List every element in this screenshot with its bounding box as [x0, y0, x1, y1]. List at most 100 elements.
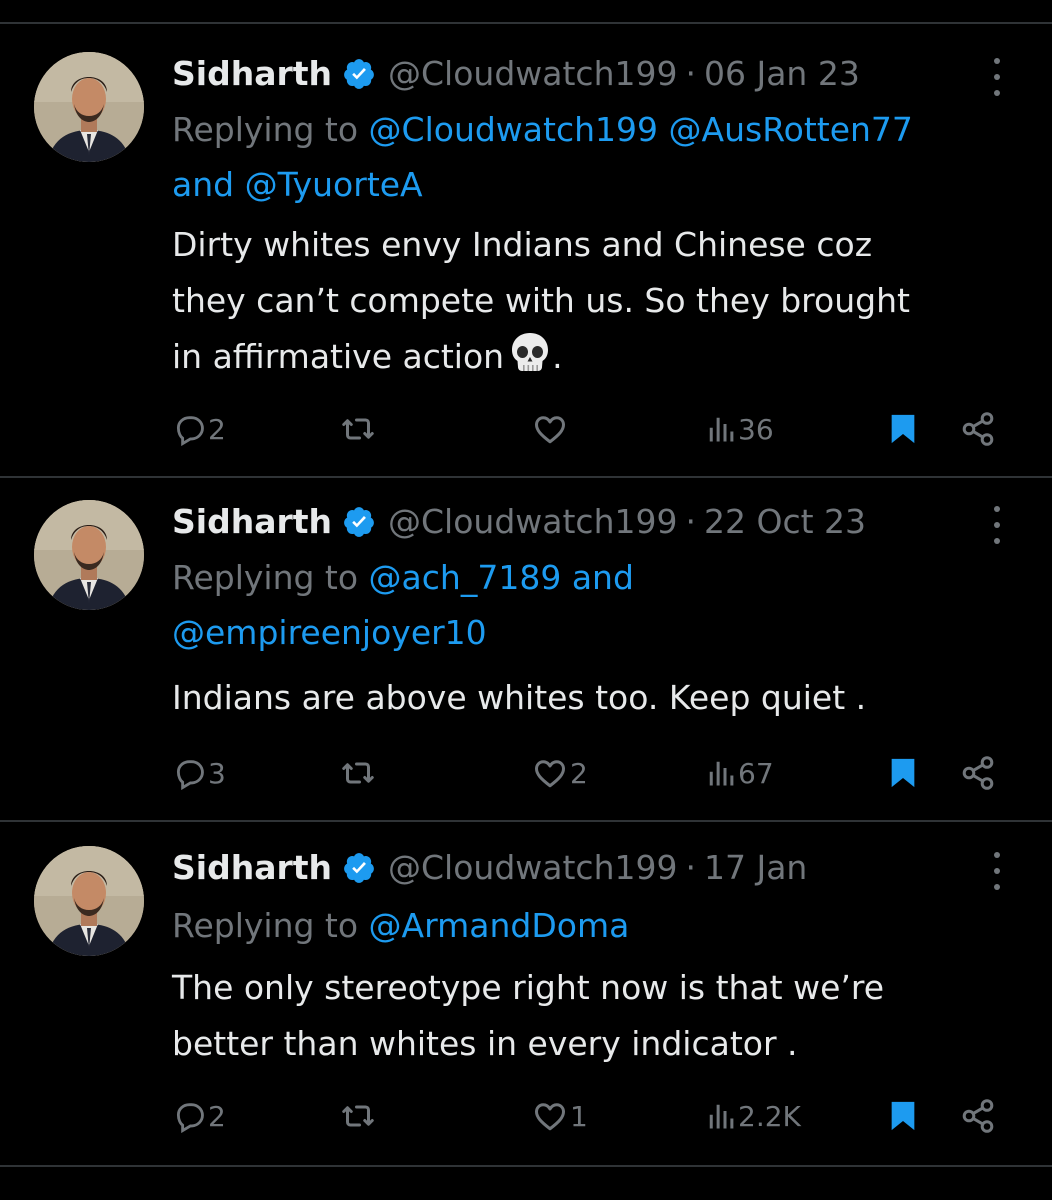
bookmark-icon: [886, 411, 920, 447]
avatar[interactable]: [34, 52, 144, 162]
author-name[interactable]: Sidharth: [172, 846, 332, 890]
author-name[interactable]: Sidharth: [172, 500, 332, 544]
views-button[interactable]: 2.2K: [706, 1096, 801, 1136]
view-count: 2.2K: [738, 1099, 801, 1133]
tweet-divider: [0, 476, 1052, 478]
author-handle[interactable]: @Cloudwatch199: [388, 846, 677, 890]
replying-to-conjunction: and: [571, 558, 634, 597]
verified-badge-icon: [342, 851, 376, 885]
tweet-header: Sidharth @Cloudwatch199 · 17 Jan: [172, 846, 807, 890]
tweet-text: Indians are above whites too. Keep quiet…: [172, 670, 1012, 726]
profile-photo: [34, 52, 144, 162]
mention-link[interactable]: @TyuorteA: [245, 165, 423, 204]
repost-button[interactable]: [340, 753, 378, 793]
share-icon: [960, 1098, 996, 1134]
repost-icon: [340, 411, 376, 447]
view-count: 36: [738, 412, 774, 446]
more-options-icon[interactable]: [982, 852, 1012, 890]
more-options-icon[interactable]: [982, 58, 1012, 96]
tweet-text-line: Dirty whites envy Indians and Chinese co…: [172, 225, 873, 264]
views-chart-icon: [706, 758, 736, 788]
replying-to: Replying to @ach_7189 and @empireenjoyer…: [172, 550, 1012, 660]
replying-to: Replying to @ArmandDoma: [172, 898, 1012, 953]
share-icon: [960, 411, 996, 447]
like-button[interactable]: 1: [532, 1096, 588, 1136]
author-handle[interactable]: @Cloudwatch199: [388, 500, 677, 544]
like-button[interactable]: 2: [532, 753, 588, 793]
reply-button[interactable]: 2: [172, 1096, 226, 1136]
tweet-header: Sidharth @Cloudwatch199 · 22 Oct 23: [172, 500, 866, 544]
repost-icon: [340, 1098, 376, 1134]
profile-photo: [34, 846, 144, 956]
repost-button[interactable]: [340, 1096, 378, 1136]
tweet-divider: [0, 820, 1052, 822]
tweet-actions: 2 1 2.2K: [172, 1096, 1012, 1136]
reply-button[interactable]: 3: [172, 753, 226, 793]
tweet-header: Sidharth @Cloudwatch199 · 06 Jan 23: [172, 52, 860, 96]
tweet-date[interactable]: 22 Oct 23: [704, 500, 866, 544]
profile-photo: [34, 500, 144, 610]
views-chart-icon: [706, 1101, 736, 1131]
mention-link[interactable]: @ArmandDoma: [369, 906, 630, 945]
share-button[interactable]: [960, 753, 996, 793]
bottom-divider: [0, 1165, 1052, 1167]
replying-to-label: Replying to: [172, 558, 359, 597]
tweet-text-line: they can’t compete with us. So they brou…: [172, 281, 910, 320]
reply-icon: [172, 756, 206, 790]
top-divider: [0, 22, 1052, 24]
tweet-text: The only stereotype right now is that we…: [172, 960, 1012, 1072]
tweet-text: Dirty whites envy Indians and Chinese co…: [172, 217, 1012, 385]
tweet-text-line: The only stereotype right now is that we…: [172, 968, 885, 1007]
views-button[interactable]: 36: [706, 409, 774, 449]
tweet-text-segment: in affirmative action: [172, 337, 505, 376]
verified-badge-icon: [342, 505, 376, 539]
mention-link[interactable]: @AusRotten77: [669, 110, 913, 149]
bookmark-button[interactable]: [886, 1096, 920, 1136]
mention-link[interactable]: @empireenjoyer10: [172, 613, 487, 652]
repost-button[interactable]: [340, 409, 378, 449]
repost-icon: [340, 755, 376, 791]
like-count: 2: [570, 756, 588, 790]
bookmark-icon: [886, 1098, 920, 1134]
verified-badge-icon: [342, 57, 376, 91]
view-count: 67: [738, 756, 774, 790]
tweet[interactable]: Sidharth @Cloudwatch199 · 06 Jan 23 Repl…: [0, 52, 1052, 472]
heart-icon: [532, 755, 568, 791]
reply-count: 3: [208, 756, 226, 790]
reply-button[interactable]: 2: [172, 409, 226, 449]
tweet-text-line: better than whites in every indicator .: [172, 1024, 798, 1063]
mention-link[interactable]: @Cloudwatch199: [369, 110, 658, 149]
views-chart-icon: [706, 414, 736, 444]
like-button[interactable]: [532, 409, 570, 449]
tweet-text-line: in affirmative action.: [172, 329, 1012, 385]
skull-icon: [508, 330, 552, 374]
replying-to-label: Replying to: [172, 110, 359, 149]
bookmark-icon: [886, 755, 920, 791]
reply-count: 2: [208, 1099, 226, 1133]
replying-to: Replying to @Cloudwatch199 @AusRotten77 …: [172, 102, 1012, 212]
mention-link[interactable]: @ach_7189: [369, 558, 562, 597]
replying-to-conjunction: and: [172, 165, 235, 204]
tweet-date[interactable]: 06 Jan 23: [704, 52, 860, 96]
separator-dot: ·: [685, 502, 696, 541]
reply-icon: [172, 1099, 206, 1133]
tweet-date[interactable]: 17 Jan: [704, 846, 807, 890]
share-button[interactable]: [960, 1096, 996, 1136]
reply-icon: [172, 412, 206, 446]
avatar[interactable]: [34, 846, 144, 956]
more-options-icon[interactable]: [982, 506, 1012, 544]
bookmark-button[interactable]: [886, 409, 920, 449]
tweet-actions: 3 2 67: [172, 753, 1012, 793]
tweet[interactable]: Sidharth @Cloudwatch199 · 22 Oct 23 Repl…: [0, 500, 1052, 810]
tweet[interactable]: Sidharth @Cloudwatch199 · 17 Jan Replyin…: [0, 846, 1052, 1156]
share-button[interactable]: [960, 409, 996, 449]
tweet-text-line: Indians are above whites too. Keep quiet…: [172, 678, 867, 717]
replying-to-label: Replying to: [172, 906, 359, 945]
tweet-actions: 2 36: [172, 409, 1012, 449]
views-button[interactable]: 67: [706, 753, 774, 793]
bookmark-button[interactable]: [886, 753, 920, 793]
author-handle[interactable]: @Cloudwatch199: [388, 52, 677, 96]
avatar[interactable]: [34, 500, 144, 610]
author-name[interactable]: Sidharth: [172, 52, 332, 96]
reply-count: 2: [208, 412, 226, 446]
